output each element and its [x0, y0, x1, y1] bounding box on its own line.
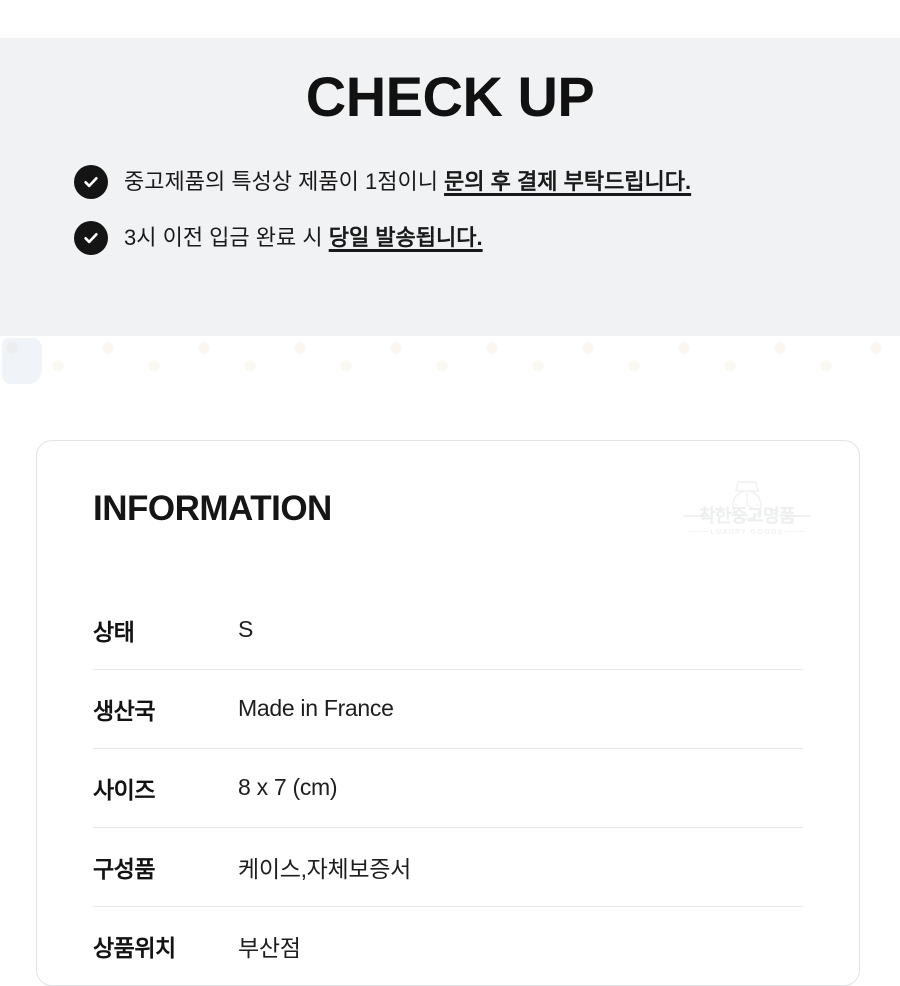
checkup-notice-text: 중고제품의 특성상 제품이 1점이니 문의 후 결제 부탁드립니다.: [124, 167, 691, 197]
spec-value: 부산점: [238, 934, 301, 961]
checkup-notice-list: 중고제품의 특성상 제품이 1점이니 문의 후 결제 부탁드립니다. 3시 이전…: [0, 164, 900, 255]
table-row: 구성품 케이스,자체보증서: [93, 826, 803, 906]
spec-value: Made in France: [238, 695, 394, 722]
watermark-brand-text: 착한중고명품: [698, 505, 796, 526]
background-texture: [0, 335, 900, 396]
brand-watermark: 착한중고명품 LUXURY GOODS: [683, 479, 811, 551]
checkup-notice-plain: 3시 이전 입금 완료 시: [124, 224, 329, 250]
spec-label: 구성품: [93, 855, 155, 882]
checkup-notice-item: 중고제품의 특성상 제품이 1점이니 문의 후 결제 부탁드립니다.: [74, 164, 900, 199]
checkup-notice-emphasis: 문의 후 결제 부탁드립니다.: [444, 168, 692, 194]
checkup-notice-plain: 중고제품의 특성상 제품이 1점이니: [124, 168, 445, 194]
information-spec-table: 상태 S 생산국 Made in France 사이즈 8 x 7 (cm) 구…: [93, 591, 803, 985]
check-circle-icon: [74, 220, 108, 255]
spec-value: 8 x 7 (cm): [238, 774, 338, 801]
table-row: 생산국 Made in France: [93, 668, 803, 748]
spec-label: 생산국: [93, 697, 155, 724]
table-row: 상태 S: [93, 591, 803, 669]
checkup-notice-item: 3시 이전 입금 완료 시 당일 발송됩니다.: [74, 220, 900, 255]
information-title: INFORMATION: [93, 488, 332, 528]
spec-label: 상태: [93, 618, 135, 645]
spec-value: S: [238, 616, 254, 643]
spec-label: 상품위치: [93, 934, 176, 961]
check-circle-icon: [74, 164, 108, 199]
spec-label: 사이즈: [93, 776, 155, 803]
table-row: 사이즈 8 x 7 (cm): [93, 747, 803, 827]
checkup-notice-text: 3시 이전 입금 완료 시 당일 발송됩니다.: [124, 223, 483, 253]
information-card: INFORMATION 착한중고명품 LUXURY GOODS 상태 S 생산국…: [36, 439, 860, 986]
background-texture-accent: [2, 337, 42, 384]
spec-value: 케이스,자체보증서: [238, 855, 411, 882]
checkup-notice-emphasis: 당일 발송됩니다.: [328, 224, 483, 250]
checkup-section: CHECK UP 중고제품의 특성상 제품이 1점이니 문의 후 결제 부탁드립…: [0, 37, 900, 336]
table-row: 상품위치 부산점: [93, 905, 803, 985]
checkup-title: CHECK UP: [305, 64, 595, 128]
information-card-header: INFORMATION 착한중고명품 LUXURY GOODS: [93, 480, 811, 555]
watermark-tagline: LUXURY GOODS: [710, 528, 784, 536]
